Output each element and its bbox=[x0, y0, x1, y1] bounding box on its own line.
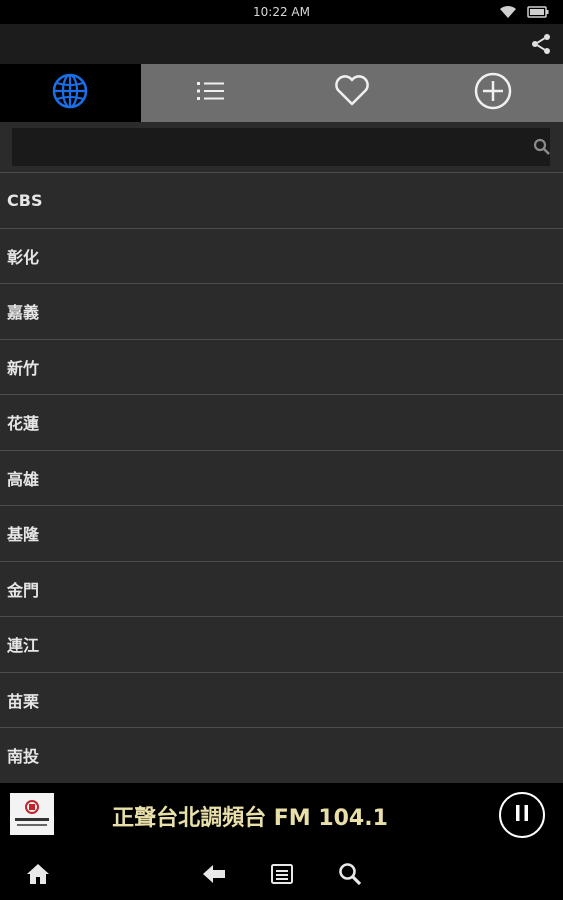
wifi-icon bbox=[499, 4, 517, 23]
app-root: 10:22 AM CBS 彰化 嘉義 新竹 花蓮 高雄 基隆 金門 連江 苗栗 … bbox=[0, 0, 563, 900]
list-item[interactable]: 高雄 bbox=[0, 451, 563, 506]
list-item[interactable]: CBS bbox=[0, 172, 563, 229]
tab-bar bbox=[0, 64, 563, 122]
tab-list[interactable] bbox=[140, 64, 282, 122]
pause-icon bbox=[514, 804, 530, 826]
list-item[interactable]: 基隆 bbox=[0, 506, 563, 562]
system-nav-bar bbox=[0, 845, 563, 900]
share-icon[interactable] bbox=[529, 32, 553, 56]
list-item[interactable]: 連江 bbox=[0, 617, 563, 673]
list-item[interactable]: 苗栗 bbox=[0, 673, 563, 728]
list-item[interactable]: 嘉義 bbox=[0, 284, 563, 340]
list-item[interactable]: 彰化 bbox=[0, 229, 563, 284]
search-area bbox=[0, 122, 563, 172]
pause-button[interactable] bbox=[499, 792, 545, 838]
tab-favorites[interactable] bbox=[281, 64, 423, 122]
menu-icon[interactable] bbox=[269, 861, 295, 887]
tab-stations[interactable] bbox=[0, 64, 141, 122]
back-icon[interactable] bbox=[201, 861, 227, 887]
search-input[interactable] bbox=[12, 128, 550, 166]
list-icon bbox=[196, 79, 226, 107]
now-playing-bar: 正聲台北調頻台 FM 104.1 bbox=[0, 783, 563, 845]
list-item[interactable]: 南投 bbox=[0, 728, 563, 784]
station-logo[interactable] bbox=[10, 793, 54, 835]
status-icons bbox=[499, 4, 549, 23]
battery-icon bbox=[527, 4, 549, 23]
home-icon[interactable] bbox=[25, 861, 51, 887]
status-bar: 10:22 AM bbox=[0, 0, 563, 24]
search-icon[interactable] bbox=[337, 861, 363, 887]
add-circle-icon bbox=[474, 72, 512, 114]
list-item[interactable]: 花蓮 bbox=[0, 395, 563, 451]
action-bar bbox=[0, 24, 563, 64]
station-title: 正聲台北調頻台 FM 104.1 bbox=[112, 806, 388, 831]
globe-icon bbox=[52, 73, 88, 113]
tab-add[interactable] bbox=[422, 64, 563, 122]
list-item[interactable]: 新竹 bbox=[0, 340, 563, 395]
status-time: 10:22 AM bbox=[253, 5, 310, 19]
region-list: CBS 彰化 嘉義 新竹 花蓮 高雄 基隆 金門 連江 苗栗 南投 bbox=[0, 172, 563, 784]
search-icon[interactable] bbox=[533, 138, 551, 160]
list-item[interactable]: 金門 bbox=[0, 562, 563, 617]
heart-icon bbox=[334, 75, 370, 111]
